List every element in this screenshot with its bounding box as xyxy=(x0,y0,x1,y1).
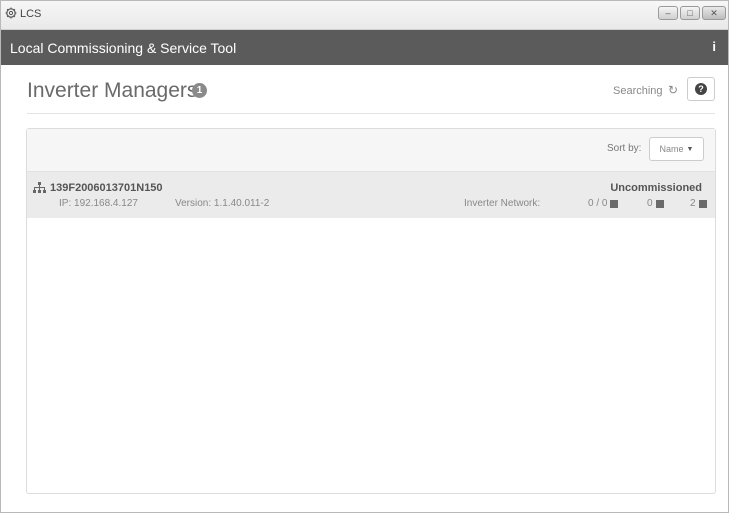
inverter-manager-panel: Sort by: Name ▼ 139F2006013701N150 IP: 1… xyxy=(26,128,716,494)
spinner-icon: ↻ xyxy=(668,83,679,97)
sort-dropdown[interactable]: Name ▼ xyxy=(649,137,704,161)
info-icon[interactable]: i xyxy=(712,39,716,54)
network-stat-3-value: 2 xyxy=(690,198,696,209)
app-window: LCS – □ ✕ Local Commissioning & Service … xyxy=(0,0,729,513)
network-icon xyxy=(33,182,46,193)
sort-value: Name xyxy=(659,144,684,154)
title-bar: LCS – □ ✕ xyxy=(1,1,728,30)
network-stat-1: 0 / 0 xyxy=(588,198,619,209)
network-stat-1-value: 0 / 0 xyxy=(588,198,608,209)
minimize-icon[interactable]: – xyxy=(658,6,678,20)
inverter-manager-row[interactable]: 139F2006013701N150 IP: 192.168.4.127 Ver… xyxy=(27,172,715,218)
network-stat-2: 0 xyxy=(647,198,664,209)
inverter-network-label: Inverter Network: xyxy=(464,198,541,209)
help-button[interactable]: ? xyxy=(687,77,715,101)
maximize-icon[interactable]: □ xyxy=(680,6,700,20)
caret-down-icon: ▼ xyxy=(686,145,694,153)
page-title: Inverter Managers xyxy=(27,79,198,102)
app-header: Local Commissioning & Service Tool i xyxy=(1,30,728,65)
square-status-icon xyxy=(698,199,707,208)
gear-icon xyxy=(5,7,17,19)
network-stat-3: 2 xyxy=(690,198,707,209)
window-title: LCS xyxy=(20,8,42,20)
version: Version: 1.1.40.011-2 xyxy=(175,198,270,209)
square-status-icon xyxy=(610,199,619,208)
search-status: Searching xyxy=(613,85,663,97)
status-label: Uncommissioned xyxy=(610,182,702,194)
close-icon[interactable]: ✕ xyxy=(702,6,726,20)
divider xyxy=(27,113,715,114)
network-stat-2-value: 0 xyxy=(647,198,653,209)
ip-address: IP: 192.168.4.127 xyxy=(59,198,138,209)
device-id[interactable]: 139F2006013701N150 xyxy=(50,182,163,194)
count-badge: 1 xyxy=(192,83,207,98)
help-icon: ? xyxy=(695,83,707,95)
sort-label: Sort by: xyxy=(607,143,642,154)
square-status-icon xyxy=(655,199,664,208)
window-controls: – □ ✕ xyxy=(658,6,726,20)
panel-header: Sort by: Name ▼ xyxy=(27,129,715,172)
app-title: Local Commissioning & Service Tool xyxy=(10,40,237,56)
